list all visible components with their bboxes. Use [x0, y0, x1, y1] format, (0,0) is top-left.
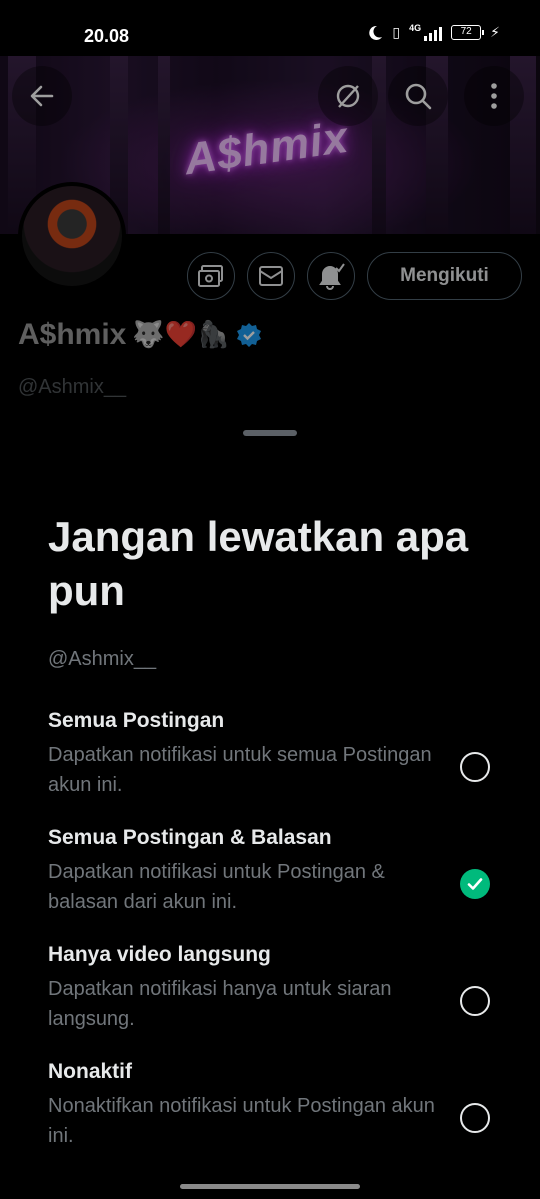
search-button[interactable] — [388, 66, 448, 126]
profile-name-emojis: 🐺❤️🦍 — [132, 320, 230, 350]
more-button[interactable] — [464, 66, 524, 126]
profile-name: A$hmix 🐺❤️🦍 — [18, 318, 262, 352]
option-all-posts[interactable]: Semua Postingan Dapatkan notifikasi untu… — [48, 708, 508, 800]
avatar[interactable] — [18, 182, 126, 290]
status-time: 20.08 — [84, 26, 130, 46]
subscribe-button[interactable] — [187, 252, 235, 300]
search-icon — [405, 83, 432, 110]
sheet-drag-handle[interactable] — [243, 430, 297, 436]
option-title: Semua Postingan — [48, 709, 225, 732]
verified-icon — [236, 323, 261, 347]
sheet-handle: @Ashmix__ — [48, 648, 157, 670]
back-arrow-icon — [30, 85, 54, 107]
network-label: 4G — [409, 22, 422, 33]
profile-name-text: A$hmix — [18, 318, 127, 351]
option-description: Dapatkan notifikasi hanya untuk siaran l… — [48, 978, 392, 1030]
moon-icon — [369, 25, 383, 40]
profile-handle: @Ashmix__ — [18, 376, 127, 398]
grok-button[interactable] — [318, 66, 378, 126]
option-all-posts-replies[interactable]: Semua Postingan & Balasan Dapatkan notif… — [48, 825, 508, 917]
following-button[interactable]: Mengikuti — [367, 252, 522, 300]
option-title: Nonaktif — [48, 1060, 132, 1083]
status-icons: ▯ 4G 72 ⚡ — [367, 22, 500, 41]
back-button[interactable] — [12, 66, 72, 126]
vibrate-icon: ▯ — [392, 24, 401, 40]
battery-icon: 72 — [451, 25, 485, 40]
option-title: Semua Postingan & Balasan — [48, 826, 332, 849]
option-description: Dapatkan notifikasi untuk Postingan & ba… — [48, 861, 385, 913]
signal-icon — [424, 25, 443, 41]
radio-button[interactable] — [460, 986, 490, 1016]
check-icon — [467, 878, 483, 890]
option-description: Dapatkan notifikasi untuk semua Postinga… — [48, 744, 432, 796]
home-indicator[interactable] — [180, 1184, 360, 1189]
notification-button[interactable] — [307, 252, 355, 300]
banner-logo: A$hmix — [181, 112, 352, 185]
message-button[interactable] — [247, 252, 295, 300]
status-bar: 20.08 ▯ 4G 72 ⚡ — [0, 0, 540, 56]
notification-settings-sheet: Jangan lewatkan apa pun @Ashmix__ Semua … — [0, 414, 540, 1199]
option-description: Nonaktifkan notifikasi untuk Postingan a… — [48, 1095, 435, 1147]
message-icon — [259, 266, 283, 286]
option-title: Hanya video langsung — [48, 943, 271, 966]
radio-button-selected[interactable] — [460, 869, 490, 899]
sheet-title: Jangan lewatkan apa pun — [48, 513, 469, 614]
grok-icon — [336, 84, 360, 108]
subscribe-icon — [198, 265, 223, 287]
charging-bolt-icon: ⚡ — [490, 24, 500, 40]
radio-button[interactable] — [460, 752, 490, 782]
option-live-video-only[interactable]: Hanya video langsung Dapatkan notifikasi… — [48, 942, 508, 1034]
option-off[interactable]: Nonaktif Nonaktifkan notifikasi untuk Po… — [48, 1059, 508, 1151]
bell-check-icon — [319, 263, 345, 290]
more-icon — [491, 83, 497, 109]
radio-button[interactable] — [460, 1103, 490, 1133]
